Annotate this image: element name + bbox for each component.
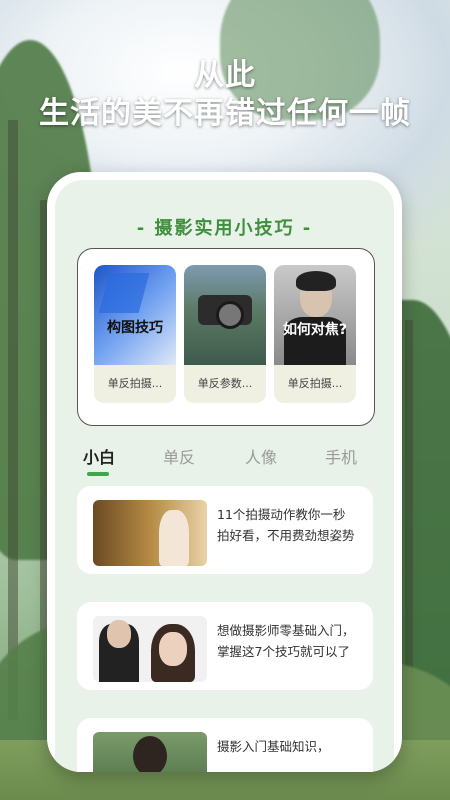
tip-overlay-text: 如何对焦? [282, 322, 348, 338]
phone-mockup: - 摄影实用小技巧 - 构图技巧 单反拍摄... 单反参数... 如何对焦? 单… [47, 172, 402, 772]
category-tabs: 小白 单反 人像 手机 [55, 444, 394, 480]
tip-card-composition[interactable]: 构图技巧 单反拍摄... [94, 265, 176, 403]
tip-card-parameters[interactable]: 单反参数... [184, 265, 266, 403]
camera-lens [216, 301, 244, 329]
active-tab-indicator [87, 472, 109, 476]
article-card[interactable]: 想做摄影师零基础入门，掌握这7个技巧就可以了 [77, 602, 373, 690]
headline-line-1: 从此 [194, 58, 256, 93]
article-thumbnail [93, 500, 207, 566]
article-title: 摄影入门基础知识， [217, 739, 330, 754]
article-title: 想做摄影师零基础入门，掌握这7个技巧就可以了 [217, 623, 355, 659]
tip-thumbnail: 如何对焦? [274, 265, 356, 365]
tab-phone[interactable]: 手机 [325, 444, 357, 468]
headline-line-2: 生活的美不再错过任何一帧 [39, 96, 411, 131]
tip-card-focus[interactable]: 如何对焦? 单反拍摄... [274, 265, 356, 403]
thumbnail-figure [133, 736, 167, 772]
tab-portrait[interactable]: 人像 [245, 444, 277, 468]
article-card[interactable]: 摄影入门基础知识， [77, 718, 373, 772]
tip-caption: 单反拍摄... [94, 365, 176, 403]
tip-overlay-text: 构图技巧 [107, 320, 163, 336]
thumbnail-face [107, 620, 131, 648]
headline: 从此 生活的美不再错过任何一帧 [0, 58, 450, 134]
tip-thumbnail: 构图技巧 [94, 265, 176, 365]
article-thumbnail [93, 616, 207, 682]
article-card[interactable]: 11个拍摄动作教你一秒拍好看，不用费劲想姿势 [77, 486, 373, 574]
section-title: - 摄影实用小技巧 - [136, 218, 313, 239]
tips-carousel: 构图技巧 单反拍摄... 单反参数... 如何对焦? 单反拍摄... [77, 248, 375, 426]
tip-caption: 单反参数... [184, 365, 266, 403]
tip-caption: 单反拍摄... [274, 365, 356, 403]
thumbnail-figure [159, 510, 189, 566]
app-screen: - 摄影实用小技巧 - 构图技巧 单反拍摄... 单反参数... 如何对焦? 单… [55, 180, 394, 772]
tree-trunk [8, 120, 18, 720]
article-thumbnail [93, 732, 207, 772]
tab-beginner[interactable]: 小白 [83, 444, 115, 468]
thumbnail-shape [98, 273, 150, 313]
article-title: 11个拍摄动作教你一秒拍好看，不用费劲想姿势 [217, 507, 355, 543]
tip-thumbnail [184, 265, 266, 365]
tab-dslr[interactable]: 单反 [163, 444, 195, 468]
portrait-hair [296, 271, 336, 291]
thumbnail-face [159, 632, 187, 666]
